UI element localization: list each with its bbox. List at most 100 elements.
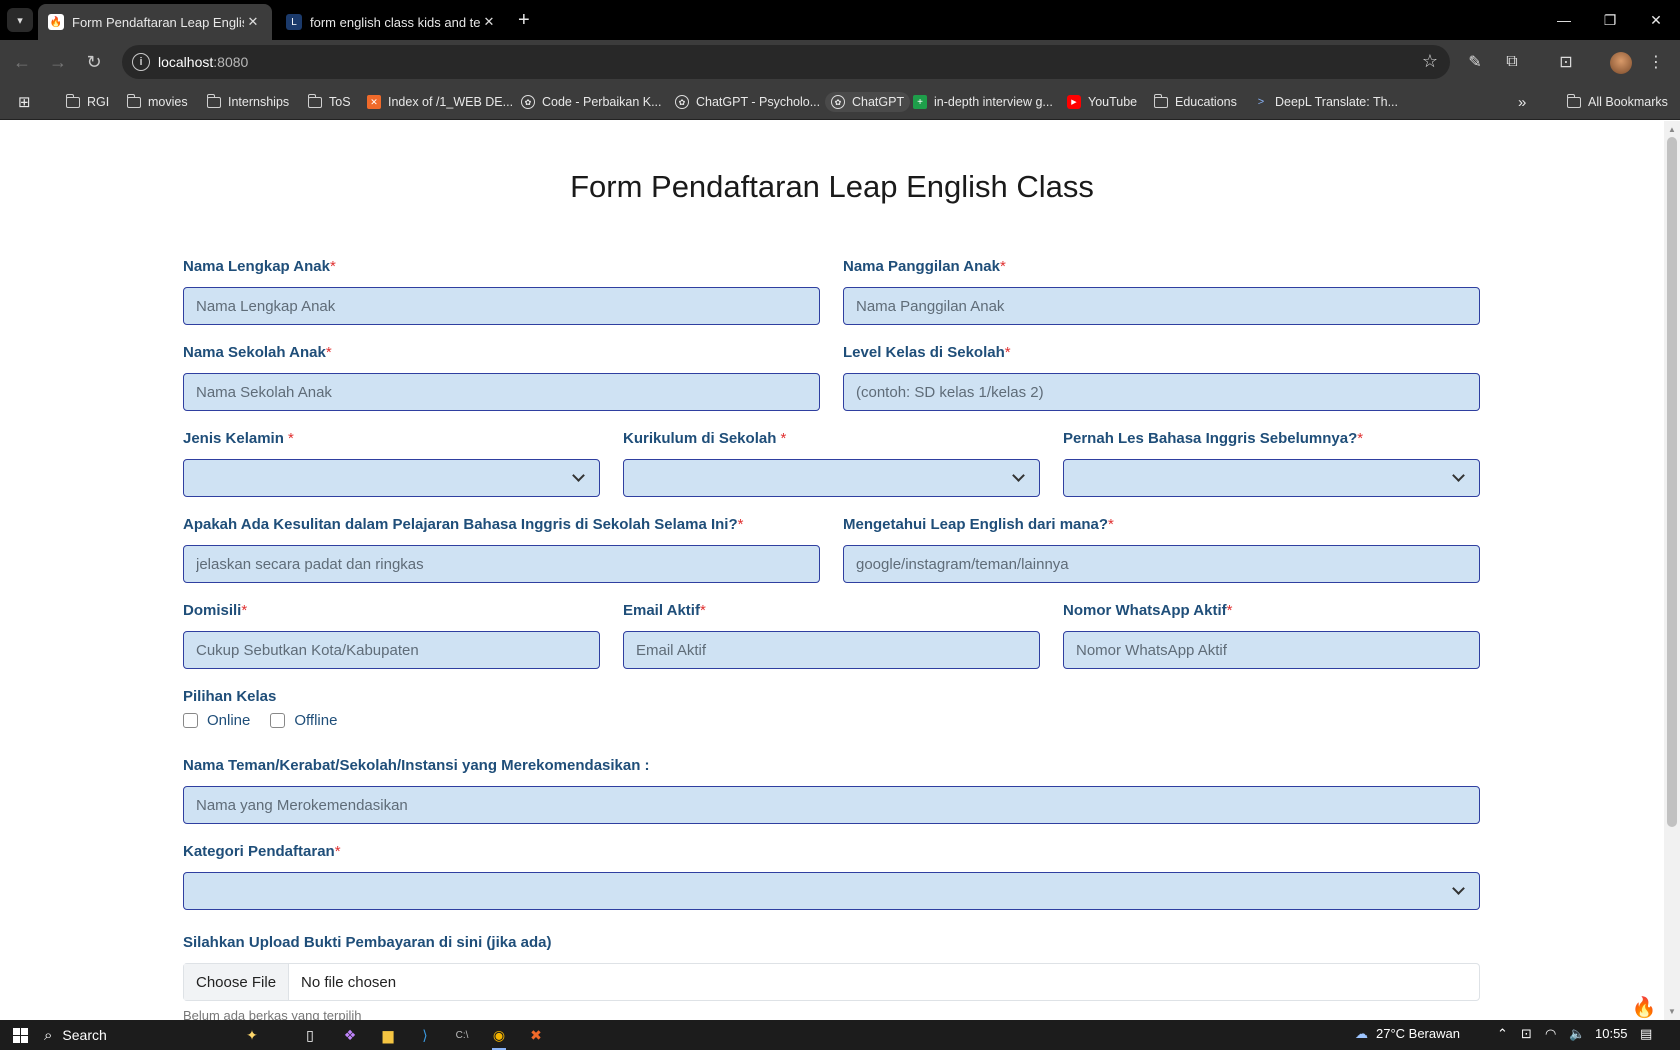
- bookmark-chatgpt[interactable]: ✿ ChatGPT: [825, 92, 911, 112]
- choose-file-button[interactable]: Choose File: [184, 964, 290, 1000]
- bookmark-tos[interactable]: ToS: [307, 92, 351, 112]
- bookmark-movies[interactable]: movies: [126, 92, 188, 112]
- rekomendasi-input[interactable]: [183, 786, 1480, 824]
- bookmark-deepl[interactable]: > DeepL Translate: Th...: [1254, 92, 1398, 112]
- pen-icon[interactable]: ✎: [1464, 51, 1486, 73]
- kurikulum-select[interactable]: [623, 459, 1040, 497]
- bookmark-star-icon[interactable]: ☆: [1422, 51, 1438, 72]
- taskbar-search[interactable]: ⌕ Search: [44, 1023, 107, 1047]
- close-icon[interactable]: ✕: [244, 14, 262, 30]
- clock[interactable]: 10:55: [1595, 1026, 1628, 1041]
- forward-button[interactable]: →: [46, 50, 70, 74]
- tab-inactive[interactable]: L form english class kids and teen ✕: [276, 4, 508, 40]
- fire-icon[interactable]: 🔥: [1630, 993, 1658, 1020]
- tab-search-button[interactable]: ▾: [7, 8, 33, 32]
- required-mark: *: [1108, 516, 1114, 533]
- extensions-icon[interactable]: ⧉: [1501, 51, 1523, 73]
- restore-button[interactable]: ❐: [1587, 0, 1633, 40]
- display-icon[interactable]: ⊡: [1521, 1026, 1532, 1042]
- menu-icon[interactable]: ⋮: [1645, 51, 1667, 73]
- new-tab-button[interactable]: +: [518, 8, 530, 32]
- site-icon: L: [286, 14, 302, 30]
- all-bookmarks[interactable]: All Bookmarks: [1566, 92, 1668, 112]
- bookmark-internships[interactable]: Internships: [206, 92, 289, 112]
- bookmark-chatgpt-psycholo[interactable]: ✿ ChatGPT - Psycholo...: [675, 92, 820, 112]
- scrollbar-thumb[interactable]: [1667, 137, 1677, 827]
- sumber-info-input[interactable]: [843, 545, 1480, 583]
- label-text: Nama Sekolah Anak: [183, 344, 326, 361]
- chevron-down-icon: [572, 469, 585, 482]
- chatgpt-icon: ✿: [675, 95, 689, 109]
- label-email: Email Aktif*: [623, 602, 706, 619]
- bookmark-label: Educations: [1175, 95, 1237, 109]
- bookmark-youtube[interactable]: ▶ YouTube: [1067, 92, 1137, 112]
- file-status: No file chosen: [301, 973, 397, 991]
- address-bar[interactable]: i localhost:8080 ☆: [122, 45, 1450, 79]
- profile-avatar[interactable]: [1610, 52, 1632, 74]
- bookmark-educations[interactable]: Educations: [1153, 92, 1237, 112]
- xampp-icon[interactable]: ✖: [524, 1023, 548, 1047]
- level-kelas-input[interactable]: [843, 373, 1480, 411]
- jenis-kelamin-select[interactable]: [183, 459, 600, 497]
- windows-start-button[interactable]: [7, 1023, 33, 1047]
- minimize-button[interactable]: —: [1541, 0, 1587, 40]
- online-checkbox[interactable]: [183, 713, 198, 728]
- offline-label[interactable]: Offline: [294, 712, 337, 729]
- label-nama-lengkap: Nama Lengkap Anak*: [183, 258, 336, 275]
- terminal-icon[interactable]: C:\: [450, 1023, 474, 1047]
- bookmark-label: RGI: [87, 95, 110, 109]
- wifi-icon[interactable]: ◠: [1545, 1026, 1556, 1042]
- copilot-icon[interactable]: ❖: [338, 1023, 362, 1047]
- apps-icon[interactable]: ⊞: [18, 92, 31, 112]
- kesulitan-input[interactable]: [183, 545, 820, 583]
- nama-lengkap-input[interactable]: [183, 287, 820, 325]
- page-scrollbar[interactable]: ▲ ▼: [1664, 121, 1680, 1020]
- bookmark-code[interactable]: ✿ Code - Perbaikan K...: [521, 92, 662, 112]
- bookmark-index[interactable]: ✕ Index of /1_WEB DE...: [367, 92, 513, 112]
- file-explorer-icon[interactable]: ▆: [376, 1023, 400, 1047]
- bookmark-label: YouTube: [1088, 95, 1138, 109]
- notification-icon[interactable]: ▤: [1640, 1026, 1652, 1042]
- file-upload[interactable]: Choose File No file chosen: [183, 963, 1480, 1001]
- volume-icon[interactable]: 🔈: [1569, 1026, 1585, 1042]
- required-mark: *: [288, 430, 294, 447]
- kategori-select[interactable]: [183, 872, 1480, 910]
- screenshot-icon[interactable]: ⊡: [1555, 51, 1577, 73]
- scroll-down-icon[interactable]: ▼: [1668, 1007, 1676, 1016]
- copilot-sparkle-icon[interactable]: ✦: [240, 1023, 264, 1047]
- close-icon[interactable]: ✕: [480, 14, 498, 30]
- label-text: Jenis Kelamin: [183, 430, 289, 447]
- offline-checkbox[interactable]: [270, 713, 286, 728]
- whatsapp-input[interactable]: [1063, 631, 1480, 669]
- chrome-icon[interactable]: ◉: [487, 1023, 511, 1050]
- deepl-icon: >: [1257, 96, 1265, 108]
- back-button[interactable]: ←: [10, 50, 34, 74]
- nama-sekolah-input[interactable]: [183, 373, 820, 411]
- arrow-left-icon: ←: [13, 51, 31, 72]
- task-view-icon[interactable]: ▯: [298, 1023, 322, 1047]
- pernah-les-select[interactable]: [1063, 459, 1480, 497]
- label-text: Nomor WhatsApp Aktif: [1063, 602, 1227, 619]
- nama-panggilan-input[interactable]: [843, 287, 1480, 325]
- label-pernah-les: Pernah Les Bahasa Inggris Sebelumnya?*: [1063, 430, 1363, 447]
- weather-widget[interactable]: ☁ 27°C Berawan: [1355, 1026, 1460, 1042]
- label-text: Email Aktif: [623, 602, 700, 619]
- more-bookmarks-icon[interactable]: »: [1518, 92, 1526, 112]
- bookmarks-bar: ⊞ RGI movies Internships ToS ✕ Index of /…: [0, 84, 1680, 120]
- url-host: localhost: [158, 54, 214, 70]
- required-mark: *: [241, 602, 248, 619]
- info-icon[interactable]: i: [132, 53, 150, 71]
- domisili-input[interactable]: [183, 631, 600, 669]
- bookmark-rgi[interactable]: RGI: [65, 92, 110, 112]
- chevron-up-icon[interactable]: ⌃: [1497, 1026, 1508, 1042]
- email-input[interactable]: [623, 631, 1040, 669]
- scroll-up-icon[interactable]: ▲: [1668, 125, 1676, 134]
- online-label[interactable]: Online: [207, 712, 250, 729]
- tab-active[interactable]: 🔥 Form Pendaftaran Leap English ✕: [38, 4, 272, 40]
- fire-icon: 🔥: [48, 14, 64, 30]
- label-nama-sekolah: Nama Sekolah Anak*: [183, 344, 332, 361]
- window-close-button[interactable]: ✕: [1633, 0, 1679, 40]
- bookmark-interview[interactable]: + in-depth interview g...: [913, 92, 1053, 112]
- reload-button[interactable]: ↻: [82, 50, 106, 74]
- vscode-icon[interactable]: ⟩: [413, 1023, 437, 1047]
